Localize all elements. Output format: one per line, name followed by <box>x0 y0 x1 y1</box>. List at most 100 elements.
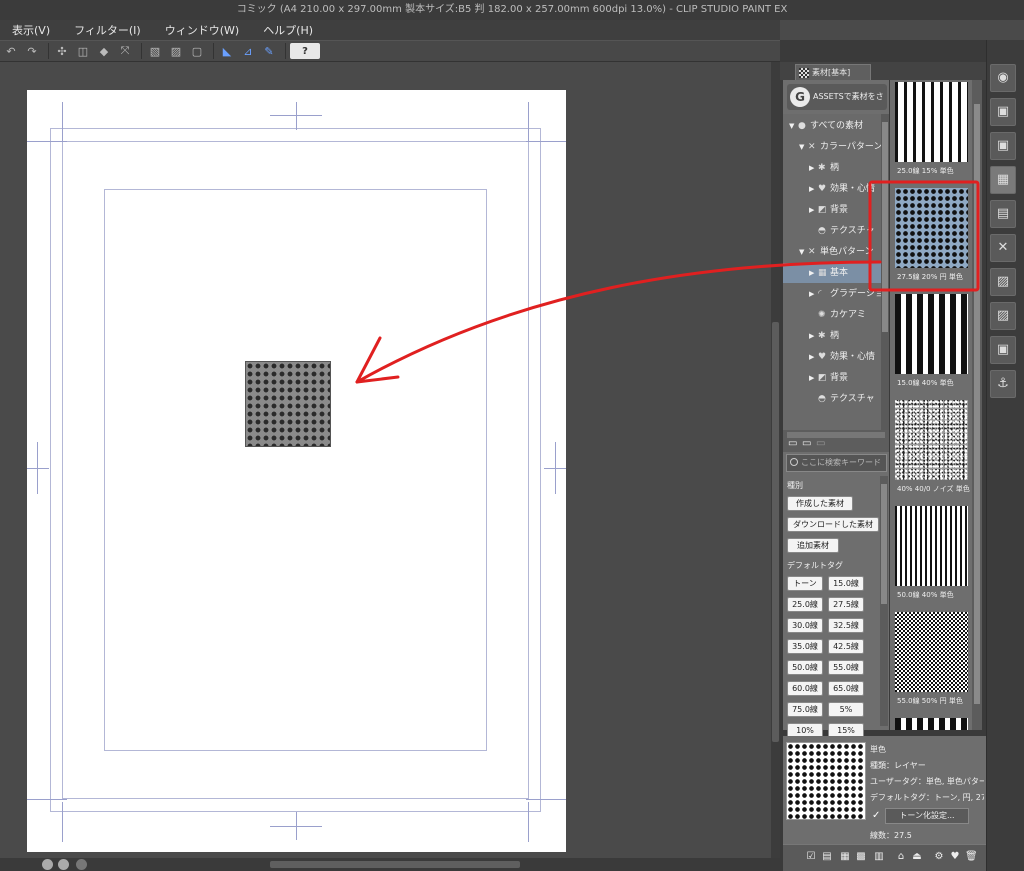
delete-folder-icon[interactable]: ▭ <box>816 438 825 449</box>
tag-button[interactable]: 50.0線 <box>787 660 823 675</box>
tree-node[interactable]: ▼ ● すべての素材 <box>783 116 881 136</box>
category-downloaded-button[interactable]: ダウンロードした素材 <box>787 517 879 532</box>
material-thumbnail[interactable]: 50.0線 40% 単色 <box>893 504 970 609</box>
ruler-snap-icon[interactable]: ⊿ <box>239 43 257 59</box>
apply-icon[interactable]: ⏏ <box>911 851 923 863</box>
tree-node[interactable]: ✺ カケアミ <box>783 305 881 325</box>
scrollbar-thumb[interactable] <box>270 861 520 868</box>
expand-arrow-icon[interactable]: ▶ <box>809 368 818 388</box>
category-added-button[interactable]: 追加素材 <box>787 538 839 553</box>
rotate-left-icon[interactable] <box>42 859 53 870</box>
tag-button[interactable]: 30.0線 <box>787 618 823 633</box>
tag-button[interactable]: トーン <box>787 576 823 591</box>
menu-filter[interactable]: フィルター(I) <box>62 22 153 38</box>
select-icon[interactable]: ◫ <box>74 43 92 59</box>
material-thumbnail[interactable] <box>893 716 970 730</box>
paste-icon[interactable]: ⌂ <box>895 851 907 863</box>
large-grid-icon[interactable]: ▩ <box>855 851 867 863</box>
tool-x-icon[interactable]: ✕ <box>990 234 1016 262</box>
scrollbar-thumb[interactable] <box>772 322 779 742</box>
expand-arrow-icon[interactable]: ▼ <box>799 242 808 262</box>
canvas-vertical-scrollbar[interactable] <box>771 62 780 858</box>
expand-arrow-icon[interactable]: ▶ <box>809 326 818 346</box>
history-icon[interactable]: ▤ <box>990 200 1016 228</box>
tag-button[interactable]: 65.0線 <box>828 681 864 696</box>
material-thumbnail[interactable]: 27.5線 20% 円 単色 <box>893 186 970 291</box>
favorite-icon[interactable]: ♥ <box>949 851 961 863</box>
tree-node[interactable]: ▶ ✱ 柄 <box>783 326 881 346</box>
tree-node[interactable]: ▶ ◩ 背景 <box>783 368 881 388</box>
tab-material-basic[interactable]: 素材[基本] <box>795 64 871 80</box>
material-thumbnail[interactable]: 25.0線 15% 単色 <box>893 80 970 185</box>
expand-arrow-icon[interactable]: ▶ <box>809 284 818 304</box>
tone-settings-button[interactable]: トーン化設定... <box>885 808 969 824</box>
transform-icon[interactable]: ✣ <box>53 43 71 59</box>
tree-scrollbar[interactable] <box>881 114 889 430</box>
dropped-tone-material[interactable] <box>245 361 331 447</box>
tag-button[interactable]: 27.5線 <box>828 597 864 612</box>
image-b-icon[interactable]: ▨ <box>990 302 1016 330</box>
anchor-icon[interactable]: ⚓ <box>990 370 1016 398</box>
grid-view-icon[interactable]: ▦ <box>839 851 851 863</box>
menu-view[interactable]: 表示(V) <box>0 22 62 38</box>
expand-arrow-icon[interactable]: ▶ <box>809 263 818 283</box>
tree-node[interactable]: ▶ ♥ 効果・心情 <box>783 347 881 367</box>
scrollbar-thumb[interactable] <box>974 104 980 704</box>
layer-x-icon[interactable]: ▣ <box>990 132 1016 160</box>
ruler-icon[interactable]: ◣ <box>218 43 236 59</box>
tree-node[interactable]: ▶ ◩ 背景 <box>783 200 881 220</box>
undo-icon[interactable]: ↶ <box>2 43 20 59</box>
object-icon[interactable]: ▣ <box>990 336 1016 364</box>
tree-node[interactable]: ▶ ✱ 柄 <box>783 158 881 178</box>
tree-node[interactable]: ◓ テクスチャ <box>783 221 881 241</box>
tree-node[interactable]: ◓ テクスチャ <box>783 389 881 409</box>
expand-arrow-icon[interactable]: ▶ <box>809 179 818 199</box>
tag-button[interactable]: 32.5線 <box>828 618 864 633</box>
tree-node[interactable]: ▶ ▦ 基本 <box>783 263 881 283</box>
tag-button[interactable]: 42.5線 <box>828 639 864 654</box>
tag-button[interactable]: 55.0線 <box>828 660 864 675</box>
tag-button[interactable]: 5% <box>828 702 864 717</box>
list-view-icon[interactable]: ▤ <box>821 851 833 863</box>
tree-node[interactable]: ▼ ✕ カラーパターン <box>783 137 881 157</box>
manga-page[interactable] <box>27 90 566 852</box>
new-folder-icon[interactable]: ▭ <box>788 438 797 449</box>
checkmark-icon[interactable]: ✓ <box>872 810 880 821</box>
material-thumbnail[interactable]: 55.0線 50% 円 単色 <box>893 610 970 715</box>
expand-arrow-icon[interactable]: ▶ <box>809 200 818 220</box>
scrollbar-thumb[interactable] <box>881 484 887 604</box>
thumbnail-scrollbar[interactable] <box>972 80 982 730</box>
tag-button[interactable]: 60.0線 <box>787 681 823 696</box>
menu-help[interactable]: ヘルプ(H) <box>251 22 325 38</box>
fill-selection-icon[interactable]: ▨ <box>167 43 185 59</box>
redo-icon[interactable]: ↷ <box>23 43 41 59</box>
material-thumbnail[interactable]: 40% 40/0 ノイズ 単色 <box>893 398 970 503</box>
tree-node[interactable]: ▶ ♥ 効果・心情 <box>783 179 881 199</box>
fill-icon[interactable]: ◆ <box>95 43 113 59</box>
tag-button[interactable]: 75.0線 <box>787 702 823 717</box>
search-input[interactable]: ここに検索キーワード <box>786 454 887 472</box>
tag-button[interactable]: 25.0線 <box>787 597 823 612</box>
scrollbar-thumb[interactable] <box>882 122 888 332</box>
expand-arrow-icon[interactable]: ▶ <box>809 347 818 367</box>
navigator-icon[interactable]: ◉ <box>990 64 1016 92</box>
checkbox-icon[interactable]: ☑ <box>805 851 817 863</box>
tree-node[interactable]: ▶◜ グラデーション <box>783 284 881 304</box>
tree-node[interactable]: ▼ ✕ 単色パターン <box>783 242 881 262</box>
scale-icon[interactable]: ⤧ <box>116 43 134 59</box>
crop-icon[interactable]: ▢ <box>188 43 206 59</box>
copy-folder-icon[interactable]: ▭ <box>802 438 811 449</box>
material-icon[interactable]: ▦ <box>990 166 1016 194</box>
reset-rotation-icon[interactable] <box>76 859 87 870</box>
material-thumbnail[interactable]: 15.0線 40% 単色 <box>893 292 970 397</box>
canvas-area[interactable] <box>0 62 780 858</box>
pen-snap-icon[interactable]: ✎ <box>260 43 278 59</box>
search-scrollbar[interactable] <box>880 476 888 726</box>
expand-arrow-icon[interactable]: ▶ <box>809 158 818 178</box>
expand-arrow-icon[interactable]: ▼ <box>799 137 808 157</box>
canvas-horizontal-scrollbar[interactable] <box>0 858 780 871</box>
menu-window[interactable]: ウィンドウ(W) <box>153 22 251 38</box>
tag-button[interactable]: 15.0線 <box>828 576 864 591</box>
help-button[interactable]: ? <box>290 43 320 59</box>
detail-view-icon[interactable]: ▥ <box>873 851 885 863</box>
